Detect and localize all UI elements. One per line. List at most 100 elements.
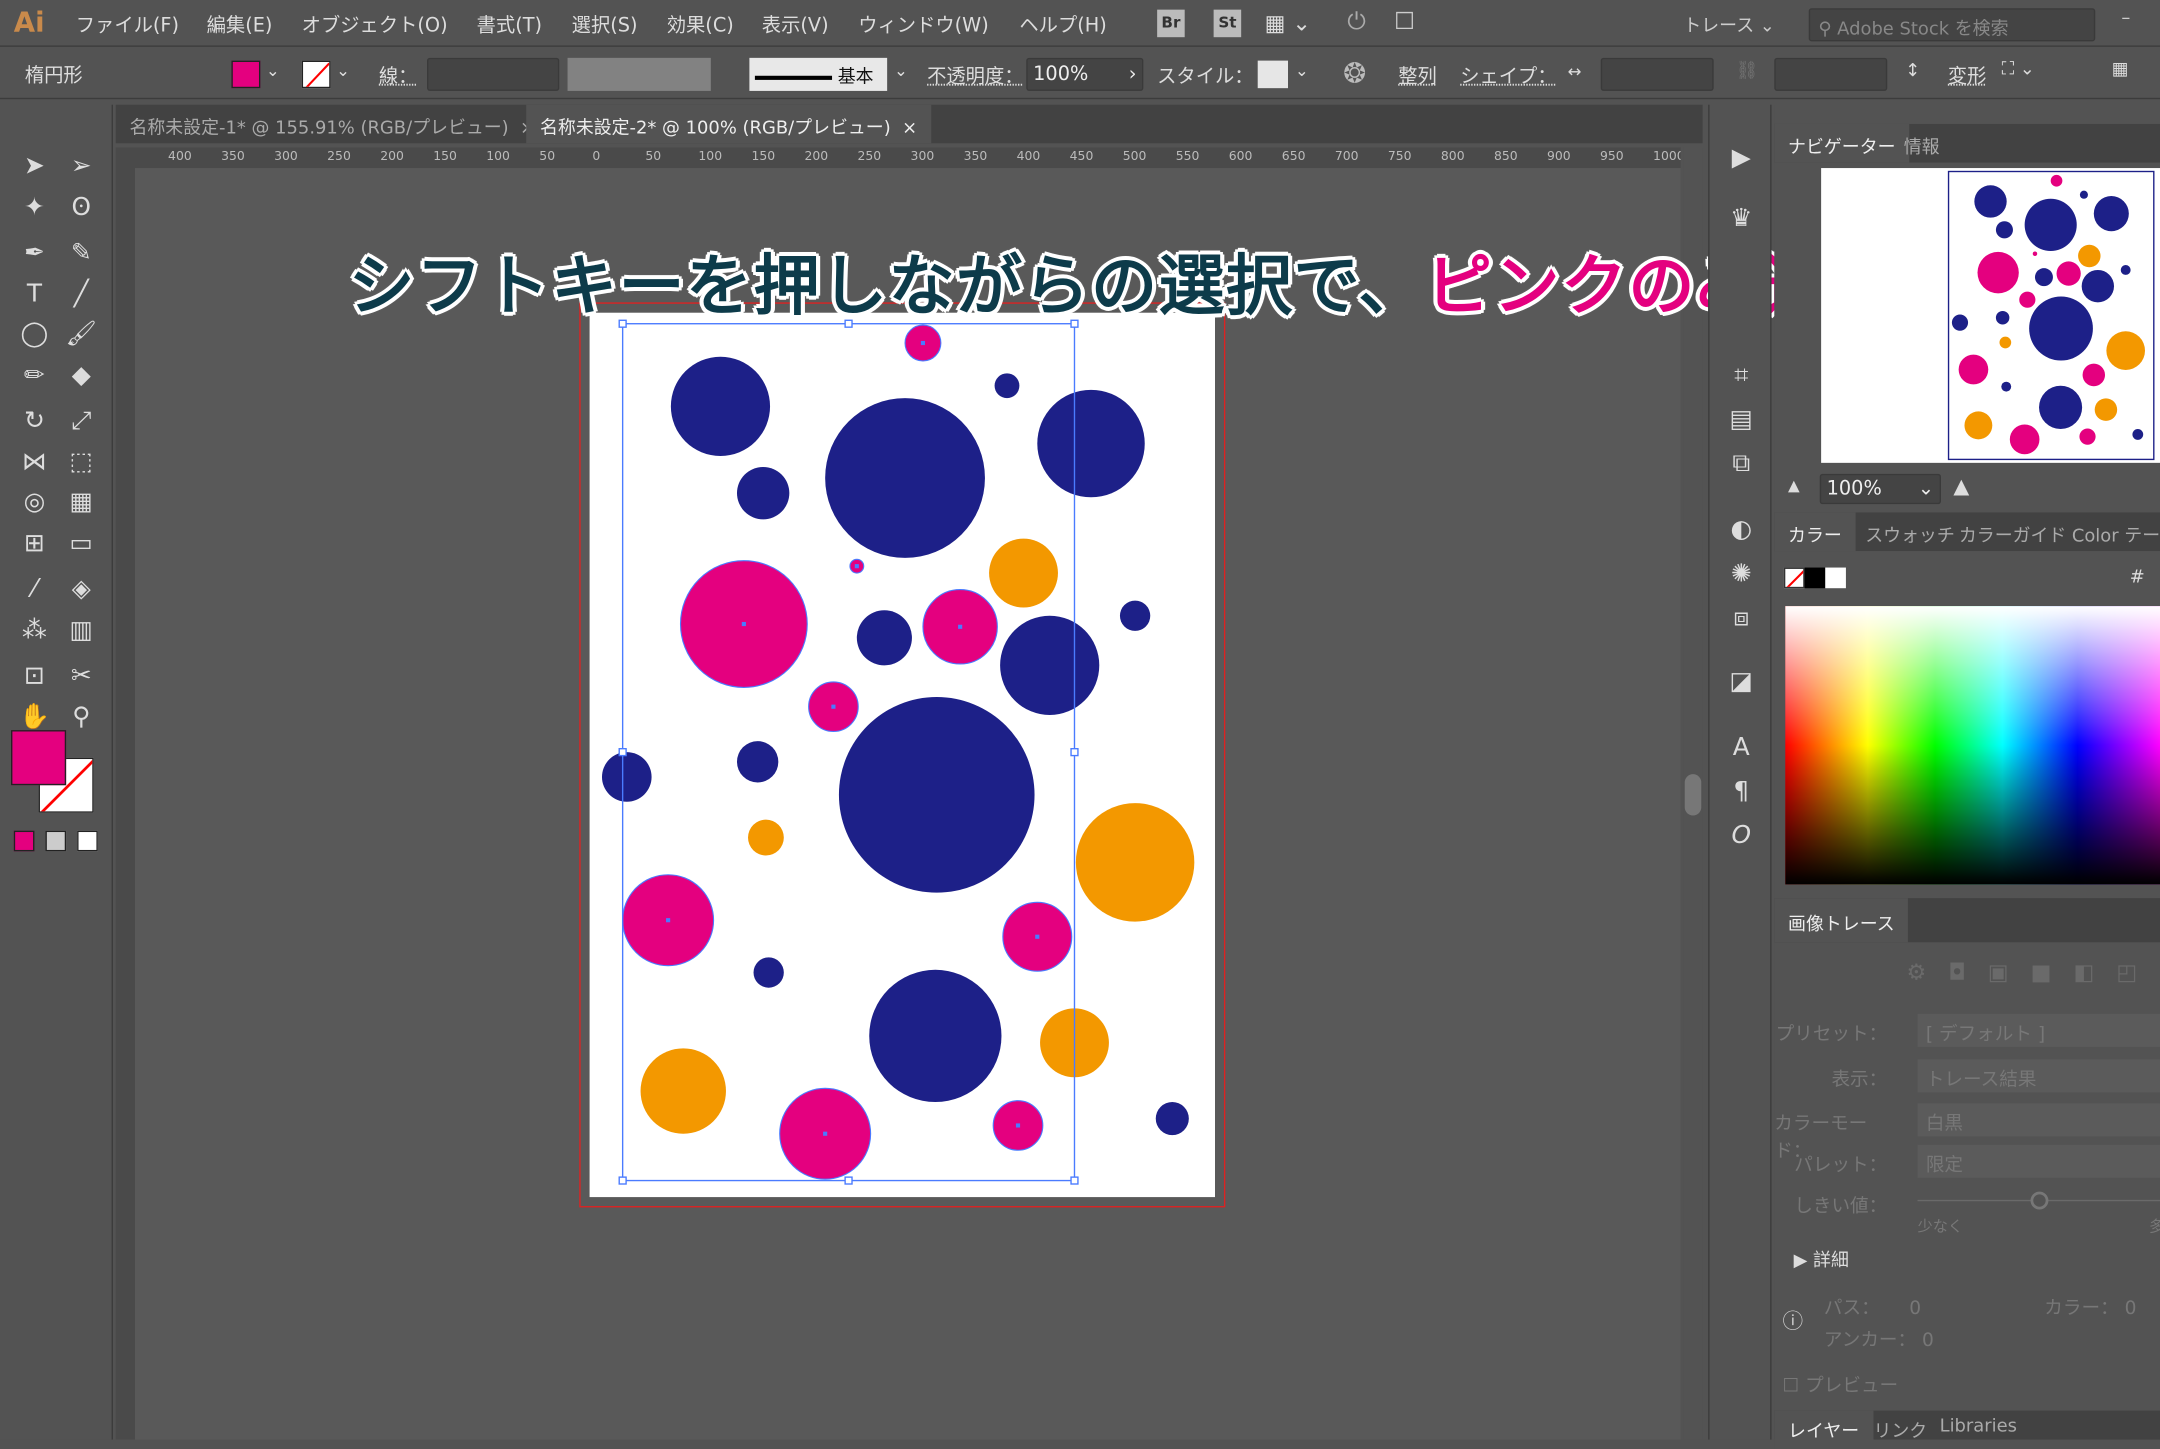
graph-icon[interactable]: ▥ [61, 612, 102, 648]
shape-label[interactable]: シェイプ： [1460, 62, 1556, 90]
perspective-icon[interactable]: ▦ [61, 485, 102, 521]
navigator-preview[interactable] [1821, 168, 2160, 463]
navy-circle[interactable] [736, 466, 790, 520]
scale-icon[interactable]: ⤢ [61, 404, 102, 440]
fill-swatch[interactable] [231, 60, 261, 89]
align-label[interactable]: 整列 [1398, 62, 1437, 90]
orange-circle[interactable] [1075, 803, 1195, 922]
canvas[interactable] [134, 168, 1681, 1440]
minimize-button[interactable]: – [2121, 8, 2130, 29]
navy-circle[interactable] [825, 398, 985, 558]
palette-select[interactable]: 限定 [1917, 1144, 2160, 1178]
view-select[interactable]: トレース結果 [1917, 1059, 2160, 1093]
navigator-zoom-input[interactable]: 100% ⌄ [1819, 473, 1941, 505]
orange-circle[interactable] [989, 538, 1058, 608]
orange-circle[interactable] [640, 1048, 726, 1134]
navigator-view-box[interactable] [1947, 170, 2155, 461]
menu-effect[interactable]: 効果(C) [667, 11, 734, 39]
line-tool-icon[interactable]: ╱ [61, 276, 102, 312]
pathfinder-icon[interactable]: ⧉ [1726, 449, 1756, 479]
menu-edit[interactable]: 編集(E) [207, 11, 273, 39]
bridge-button[interactable]: Br [1157, 9, 1185, 38]
opentype-icon[interactable]: O [1726, 821, 1756, 851]
navy-circle[interactable] [753, 957, 784, 988]
free-transform-icon[interactable]: ⬚ [61, 444, 102, 480]
horizontal-ruler[interactable]: 400 350 300 250 200 150 100 50 0 50 100 150 200 250 30… [134, 147, 1681, 169]
tab-info[interactable]: 情報 [1890, 124, 1953, 163]
gradient-mode-icon[interactable] [45, 830, 67, 852]
tab-libraries[interactable]: Libraries [1926, 1411, 2031, 1449]
direct-selection-tool-icon[interactable]: ➢ [61, 149, 102, 185]
bounding-box-handle[interactable] [618, 1176, 627, 1185]
play-action-icon[interactable]: ▶ [1726, 143, 1756, 173]
menu-window[interactable]: ウィンドウ(W) [858, 11, 989, 39]
color-spectrum[interactable] [1785, 606, 2160, 885]
variable-width-profile[interactable] [567, 57, 711, 91]
zoom-out-icon[interactable]: ▲ [1788, 477, 1800, 495]
tab-layers[interactable]: レイヤー [1774, 1410, 1873, 1449]
navy-circle[interactable] [1119, 600, 1151, 631]
zoom-in-icon[interactable]: ▲ [1953, 474, 1969, 499]
gpu-icon[interactable]: ⏻ [1347, 8, 1366, 36]
navy-circle[interactable] [856, 610, 912, 666]
panel-menu-icon[interactable]: ▦ [2112, 59, 2129, 80]
vertical-ruler[interactable] [115, 147, 135, 1440]
shaper-icon[interactable]: ✏ [14, 357, 55, 393]
blend-icon[interactable]: ◈ [61, 572, 102, 608]
tab-image-trace[interactable]: 画像トレース [1774, 898, 1909, 943]
navy-circle[interactable] [601, 752, 652, 802]
brush-dropdown[interactable]: ⌄ [894, 61, 908, 80]
stroke-dropdown[interactable]: ⌄ [336, 61, 350, 80]
navy-circle[interactable] [1155, 1102, 1189, 1136]
curvature-icon[interactable]: ✎ [61, 236, 102, 272]
artboard-svg[interactable] [135, 168, 1681, 1439]
appearance-icon[interactable]: ◐ [1726, 515, 1756, 545]
white-swatch[interactable] [1825, 567, 1846, 589]
rotate-icon[interactable]: ↻ [14, 404, 55, 440]
navy-circle[interactable] [736, 741, 779, 783]
shape-height-input[interactable] [1774, 57, 1888, 91]
menu-file[interactable]: ファイル(F) [76, 11, 179, 39]
touch-icon[interactable]: ☐ [1394, 8, 1415, 36]
menu-help[interactable]: ヘルプ(H) [1019, 11, 1106, 39]
puppet-warp-icon[interactable]: ♛ [1726, 204, 1756, 234]
preset-select[interactable]: [ デフォルト ] [1917, 1013, 2160, 1047]
zoom-icon[interactable]: ⚲ [61, 699, 102, 735]
opacity-label[interactable]: 不透明度： [927, 62, 1023, 90]
tab-color-themes[interactable]: Color テーマ [2058, 512, 2160, 551]
eraser-icon[interactable]: ◆ [61, 357, 102, 393]
artboard-tool-icon[interactable]: ⊡ [14, 658, 55, 694]
fill-color-box[interactable] [11, 730, 67, 786]
image-trace-icon[interactable]: ◪ [1726, 667, 1756, 697]
symbol-sprayer-icon[interactable]: ⁂ [14, 612, 55, 648]
pen-tool-icon[interactable]: ✒ [14, 236, 55, 272]
fill-dropdown[interactable]: ⌄ [266, 61, 280, 80]
recolor-artwork-icon[interactable]: ❂ [1343, 56, 1366, 89]
menu-object[interactable]: オブジェクト(O) [302, 11, 448, 39]
slice-icon[interactable]: ✂ [61, 658, 102, 694]
shape-builder-icon[interactable]: ◎ [14, 485, 55, 521]
threshold-slider-thumb[interactable] [2030, 1191, 2049, 1210]
stock-button[interactable]: St [1213, 9, 1242, 38]
character-icon[interactable]: A [1726, 733, 1756, 763]
scrollbar-thumb[interactable] [1684, 774, 1702, 816]
gradient-icon[interactable]: ▭ [61, 526, 102, 562]
trace-preset-icons[interactable]: ⚙◘▣■◧◰ [1907, 959, 2160, 985]
navy-circle[interactable] [1037, 389, 1145, 498]
type-tool-icon[interactable]: T [14, 276, 55, 312]
mesh-icon[interactable]: ⊞ [14, 526, 55, 562]
layout-icon[interactable]: ▦ ⌄ [1265, 10, 1311, 36]
artboards-icon[interactable]: ⌗ [1726, 361, 1756, 391]
black-swatch[interactable] [1804, 567, 1826, 589]
close-icon[interactable]: × [902, 118, 917, 139]
bounding-box-handle[interactable] [1070, 1176, 1079, 1185]
advanced-toggle[interactable]: ▶ 詳細 [1794, 1245, 1849, 1272]
threshold-slider[interactable] [1917, 1191, 2160, 1210]
opacity-input[interactable]: 100% › [1026, 57, 1144, 91]
lasso-icon[interactable]: ʘ [61, 189, 102, 225]
stroke-icon[interactable]: ✺ [1726, 559, 1756, 589]
navy-circle[interactable] [1000, 615, 1100, 715]
isolate-icon[interactable]: ⛶ ⌄ [2002, 59, 2035, 80]
none-swatch[interactable] [1783, 567, 1805, 589]
link-icon[interactable]: ⛓ [1736, 61, 1759, 82]
